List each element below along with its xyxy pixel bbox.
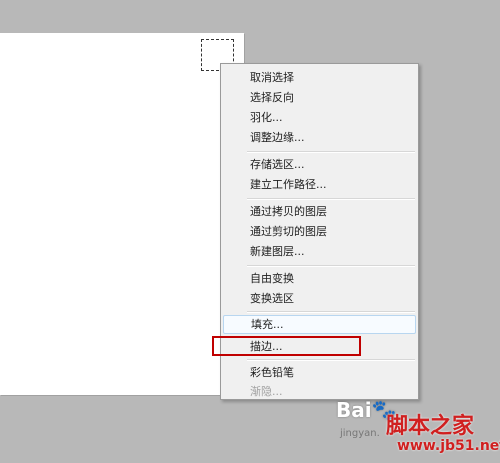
menu-item-color-pencil[interactable]: 彩色铅笔 [221,363,418,382]
menu-item-free-transform[interactable]: 自由变换 [221,269,418,288]
menu-separator [247,198,415,200]
menu-item-layer-via-copy[interactable]: 通过拷贝的图层 [221,202,418,221]
menu-item-refine-edge[interactable]: 调整边缘... [221,128,418,147]
menu-item-layer-via-cut[interactable]: 通过剪切的图层 [221,222,418,241]
site-watermark: 脚本之家 [386,414,475,439]
menu-separator [247,265,415,267]
site-url-watermark: www.jb51.net [397,438,500,454]
menu-separator [247,359,415,361]
menu-item-deselect[interactable]: 取消选择 [221,68,418,87]
menu-item-select-inverse[interactable]: 选择反向 [221,88,418,107]
document-canvas[interactable] [0,33,244,395]
jingyan-watermark: jingyan. [340,428,380,439]
menu-item-make-work-path[interactable]: 建立工作路径... [221,175,418,194]
menu-item-transform-selection[interactable]: 变换选区 [221,289,418,308]
menu-item-save-selection[interactable]: 存储选区... [221,155,418,174]
app-window: { "context_menu": { "groups": [ ["取消选择",… [0,0,500,463]
menu-item-fill[interactable]: 填充... [223,315,416,334]
menu-separator [247,311,415,313]
menu-item-feather[interactable]: 羽化... [221,108,418,127]
menu-separator [247,151,415,153]
stroke-annotation-box [212,336,361,356]
menu-item-new-layer[interactable]: 新建图层... [221,242,418,261]
